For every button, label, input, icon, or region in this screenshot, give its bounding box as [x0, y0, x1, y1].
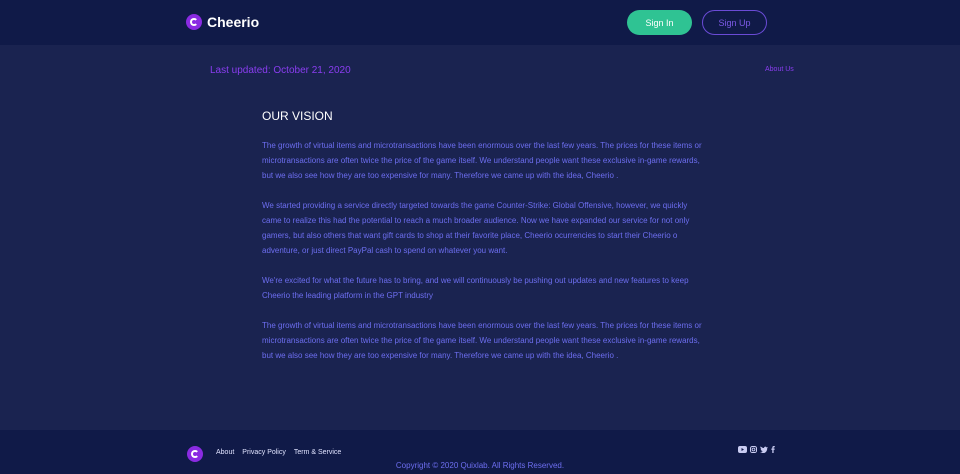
- footer-logo-icon[interactable]: [187, 446, 203, 462]
- footer: About Privacy Policy Term & Service Copy…: [0, 430, 960, 474]
- about-us-link[interactable]: About Us: [765, 66, 794, 73]
- social-icons: [738, 446, 778, 453]
- article-paragraph: We're excited for what the future has to…: [262, 276, 689, 300]
- article-paragraph: The growth of virtual items and microtra…: [262, 321, 702, 360]
- article-paragraph: We started providing a service directly …: [262, 201, 690, 255]
- instagram-icon[interactable]: [750, 446, 757, 453]
- brand-name: Cheerio: [207, 14, 260, 30]
- facebook-icon[interactable]: [771, 446, 775, 453]
- top-navbar: Cheerio Sign In Sign Up: [0, 0, 960, 45]
- page-title: OUR VISION: [262, 109, 333, 123]
- footer-link-about[interactable]: About: [216, 449, 234, 456]
- sign-in-button[interactable]: Sign In: [627, 10, 692, 35]
- footer-link-privacy-policy[interactable]: Privacy Policy: [242, 449, 286, 456]
- last-updated-text: Last updated: October 21, 2020: [210, 65, 351, 76]
- footer-links: About Privacy Policy Term & Service: [216, 449, 349, 456]
- footer-link-terms[interactable]: Term & Service: [294, 449, 341, 456]
- youtube-icon[interactable]: [738, 446, 747, 453]
- article-paragraph: The growth of virtual items and microtra…: [262, 141, 702, 180]
- cheerio-logo-icon: [186, 14, 202, 30]
- sign-up-button[interactable]: Sign Up: [702, 10, 767, 35]
- copyright-text: Copyright © 2020 Quixlab. All Rights Res…: [395, 461, 565, 470]
- vision-article: OUR VISION The growth of virtual items a…: [262, 108, 702, 378]
- twitter-icon[interactable]: [760, 446, 768, 453]
- brand-logo[interactable]: Cheerio: [186, 14, 259, 30]
